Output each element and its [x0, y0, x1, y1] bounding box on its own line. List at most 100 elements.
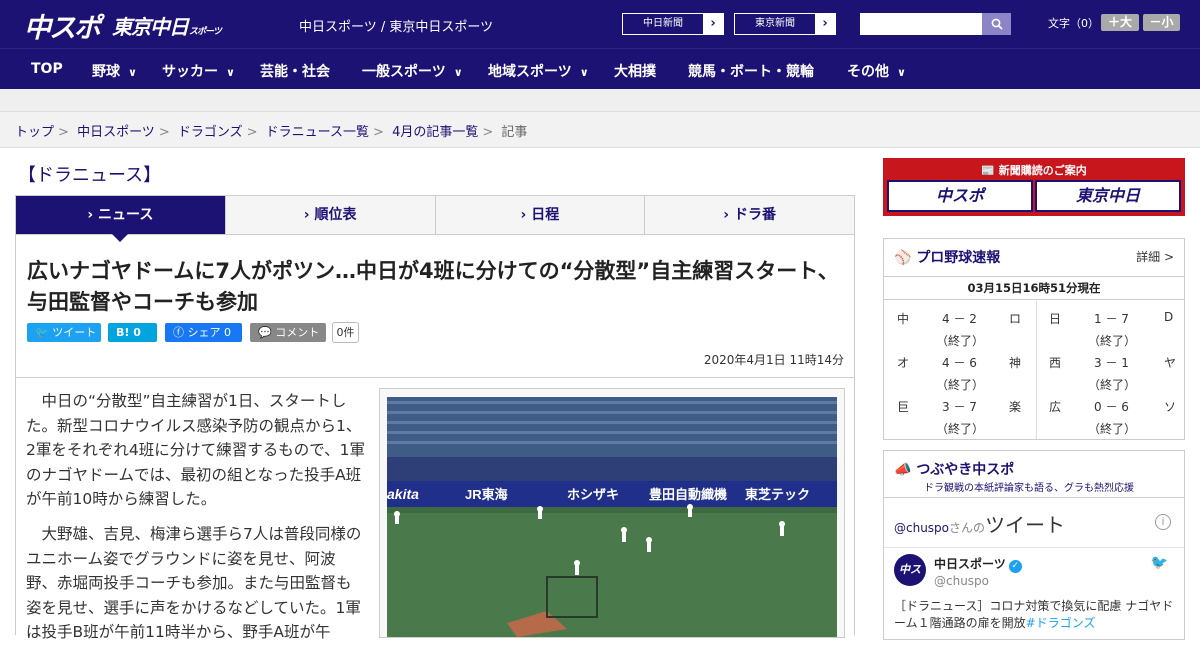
promo-chuspo-link[interactable]: 中スポ	[887, 180, 1033, 212]
chunichi-shimbun-label: 中日新聞	[623, 14, 703, 34]
score-value[interactable]: 0 － 6	[1094, 398, 1129, 415]
article-photo[interactable]: akita JR東海 ホシザキ 豊田自動織機 東芝テック	[379, 388, 845, 638]
breadcrumb-link[interactable]: 中日スポーツ	[77, 125, 155, 140]
newspaper-icon: 📰	[981, 164, 999, 177]
score-value[interactable]: 4 － 2	[942, 310, 977, 327]
chevron-down-icon: ∨	[897, 66, 906, 79]
article-paragraph: 中日の“分散型”自主練習が1日、スタートした。新型コロナウイルス感染予防の観点か…	[26, 392, 365, 508]
info-icon[interactable]: i	[1155, 514, 1171, 530]
twitter-handle-big: ツイート	[985, 513, 1066, 537]
tweet-label: ツイート	[52, 326, 97, 339]
tweet-user-handle[interactable]: @chuspo	[934, 574, 989, 588]
ad-text: JR東海	[465, 487, 508, 502]
chevron-right-icon: ›	[87, 207, 99, 223]
tab-standings[interactable]: › 順位表	[224, 196, 435, 234]
tweet-user-name[interactable]: 中日スポーツ ✓	[934, 555, 1022, 573]
nav-label: 一般スポーツ	[362, 64, 446, 80]
nav-item-soccer[interactable]: サッカー ∨	[162, 61, 235, 81]
nav-label: 地域スポーツ	[488, 64, 572, 80]
nav-item-other[interactable]: その他 ∨	[847, 61, 906, 81]
article-headline: 広いナゴヤドームに7人がポツン…中日が4班に分けての“分散型”自主練習スタート、…	[27, 259, 839, 314]
scores-detail-link[interactable]: 詳細 >	[1136, 248, 1174, 265]
avatar[interactable]: 中スポ	[894, 554, 926, 608]
twitter-bird-icon[interactable]: 🐦	[1151, 555, 1168, 571]
nav-label: 野球	[92, 64, 120, 80]
search-input[interactable]	[860, 13, 982, 35]
font-smaller-button[interactable]: －小	[1143, 14, 1180, 31]
score-status: （終了）	[1088, 378, 1137, 392]
score-team: 西	[1049, 356, 1062, 370]
score-team: 中	[897, 312, 910, 326]
tab-news[interactable]: › ニュース	[16, 196, 225, 242]
chuspo-logo[interactable]: 中スポ	[24, 6, 101, 45]
nav-item-baseball[interactable]: 野球 ∨	[92, 61, 137, 81]
site-name[interactable]: 中日スポーツ / 東京中日スポーツ	[299, 16, 493, 35]
score-team: D	[1164, 310, 1174, 324]
nav-item-racing[interactable]: 競馬・ボート・競輪	[688, 61, 814, 81]
tab-label: 日程	[531, 207, 560, 223]
score-value[interactable]: 1 － 7	[1094, 310, 1129, 327]
breadcrumb-current: 記事	[501, 125, 528, 140]
subscription-promo[interactable]: 📰 新聞購読のご案内 中スポ 東京中日	[883, 158, 1185, 216]
tweet-hashtag[interactable]: #ドラゴンズ	[1026, 616, 1096, 630]
score-team: 神	[1009, 356, 1022, 370]
hatena-button[interactable]: B! 0	[108, 323, 157, 342]
tab-schedule[interactable]: › 日程	[434, 196, 645, 234]
chunichi-shimbun-button[interactable]: 中日新聞 ›	[622, 13, 724, 35]
score-team: オ	[897, 356, 910, 370]
score-team: ヤ	[1164, 356, 1177, 370]
promo-title-text: 新聞購読のご案内	[998, 164, 1087, 177]
chevron-right-icon: ›	[303, 207, 315, 223]
breadcrumb-link[interactable]: 4月の記事一覧	[392, 125, 478, 140]
facebook-share-button[interactable]: ⓕ シェア 0	[165, 323, 242, 342]
font-bigger-button[interactable]: ＋大	[1101, 14, 1139, 31]
divider	[16, 377, 854, 378]
score-status: （終了）	[1088, 334, 1137, 348]
tweet-button[interactable]: 🐦 ツイート	[27, 323, 101, 342]
nav-item-sumo[interactable]: 大相撲	[614, 61, 656, 81]
nav-item-general-sports[interactable]: 一般スポーツ ∨	[362, 61, 463, 81]
score-value[interactable]: 4 － 6	[942, 354, 977, 371]
chevron-right-icon: ›	[710, 16, 716, 31]
twitter-icon: 🐦	[35, 326, 53, 339]
breadcrumb-link[interactable]: ドラゴンズ	[178, 125, 243, 140]
nav-item-local-sports[interactable]: 地域スポーツ ∨	[488, 61, 589, 81]
comment-count: 0件	[332, 322, 359, 343]
nav-label: 芸能・社会	[260, 64, 330, 80]
tokyo-shimbun-button[interactable]: 東京新聞 ›	[734, 13, 836, 35]
score-status: （終了）	[936, 422, 985, 436]
twitter-handle-link[interactable]: @chuspo	[894, 521, 949, 535]
breadcrumb-link[interactable]: トップ	[15, 125, 54, 140]
tab-dora-reporter[interactable]: › ドラ番	[644, 196, 854, 234]
promo-tokyo-link[interactable]: 東京中日	[1035, 180, 1181, 212]
score-team: ソ	[1164, 400, 1177, 414]
chevron-down-icon: ∨	[453, 66, 463, 79]
main-nav: TOP 野球 ∨ サッカー ∨ 芸能・社会 一般スポーツ ∨ 地域スポーツ ∨ 大相撲 …	[0, 48, 1200, 89]
twitter-widget-subtitle: ドラ観戦の本紙評論家も語る、グラも熱烈応援	[924, 483, 1134, 494]
chevron-right-icon: ›	[723, 207, 734, 223]
comment-label: コメント	[275, 326, 320, 339]
chevron-right-icon: ›	[822, 16, 828, 31]
score-value[interactable]: 3 － 1	[1094, 354, 1129, 371]
breadcrumb-link[interactable]: ドラニュース一覧	[266, 125, 369, 140]
scores-timestamp: 03月15日16時51分現在	[884, 276, 1184, 300]
score-team: 日	[1049, 312, 1062, 326]
user-name-text: 中日スポーツ	[934, 557, 1006, 571]
pro-baseball-scores: ⚾ プロ野球速報 詳細 > 03月15日16時51分現在 中 4 － 2 ロ （…	[883, 238, 1185, 440]
score-team: ロ	[1009, 312, 1022, 326]
top-header: 中スポ 東京中日スポーツ 中日スポーツ / 東京中日スポーツ 中日新聞 › 東京…	[0, 0, 1200, 48]
nav-item-top[interactable]: TOP	[31, 61, 63, 77]
tweet-text: ［ドラニュース］コロナ対策で換気に配慮 ナゴヤドーム１階通路の扉を開放#ドラゴン…	[894, 598, 1176, 632]
score-team: 巨	[897, 400, 910, 414]
tab-label: ドラ番	[733, 207, 776, 223]
score-value[interactable]: 3 － 7	[942, 398, 977, 415]
chevron-down-icon: ∨	[128, 66, 137, 79]
search-button[interactable]	[982, 13, 1011, 35]
comment-button[interactable]: 💬 コメント	[250, 323, 326, 342]
score-team: 楽	[1009, 400, 1022, 414]
chevron-right-icon: ›	[520, 207, 532, 223]
ad-text: ホシザキ	[567, 487, 619, 502]
megaphone-icon: 📣	[894, 462, 917, 478]
nav-item-entertainment[interactable]: 芸能・社会	[260, 61, 330, 81]
tokyo-chunichi-logo[interactable]: 東京中日スポーツ	[112, 11, 222, 40]
